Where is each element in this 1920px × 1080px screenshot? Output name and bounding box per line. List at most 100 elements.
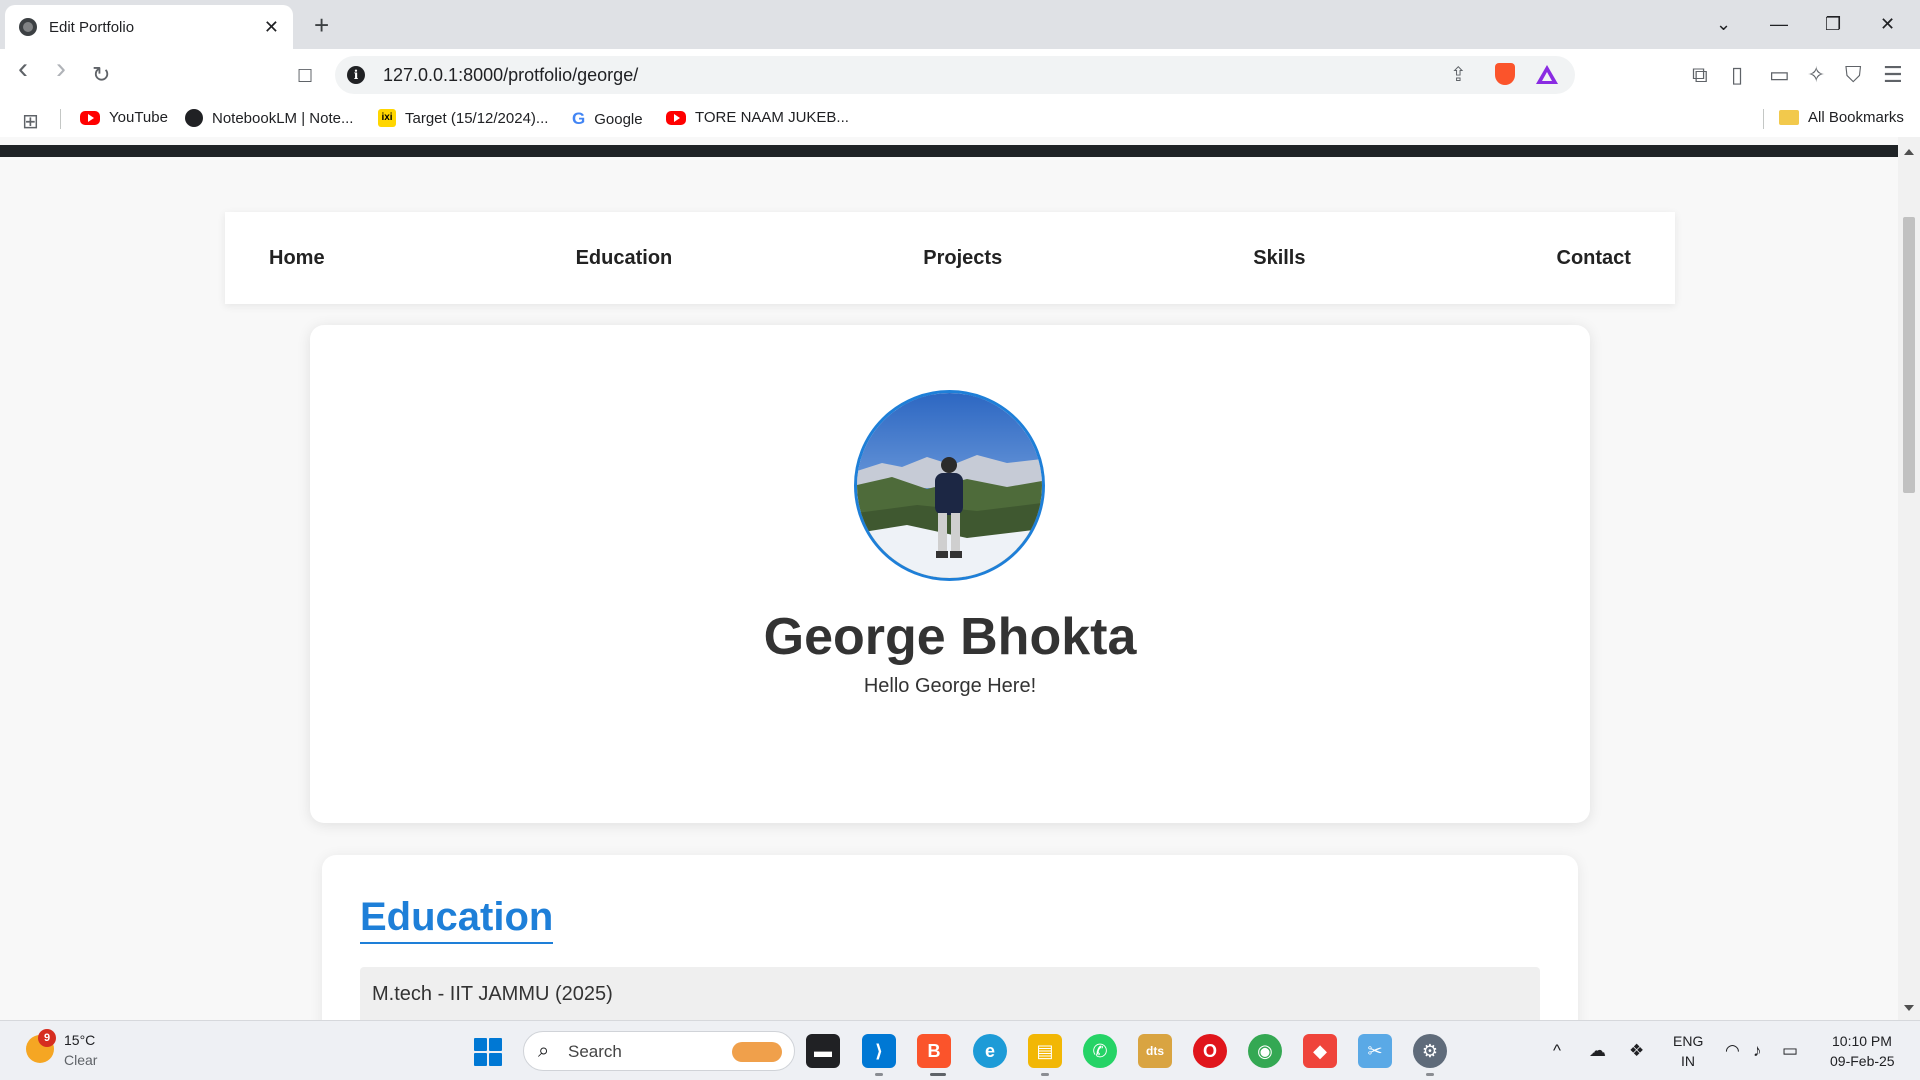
minimize-button[interactable]: —: [1770, 12, 1788, 36]
whatsapp-icon[interactable]: ✆: [1083, 1034, 1117, 1068]
education-heading: Education: [360, 895, 554, 944]
clock-date[interactable]: 09-Feb-25: [1830, 1053, 1895, 1069]
nav-link-education[interactable]: Education: [576, 247, 673, 270]
browser-tabstrip: Edit Portfolio ✕ + ⌄ — ❐ ✕: [0, 0, 1920, 49]
bookmark-label: Target (15/12/2024)...: [405, 109, 549, 127]
search-highlight-icon: [732, 1042, 782, 1062]
globe-icon: [19, 18, 37, 36]
dts-icon[interactable]: dts: [1138, 1034, 1172, 1068]
profile-name: George Bhokta: [763, 608, 1137, 666]
windows-start-icon[interactable]: [474, 1038, 502, 1066]
back-icon[interactable]: ‹: [18, 54, 28, 84]
running-indicator: [1041, 1073, 1049, 1076]
weather-description[interactable]: Clear: [64, 1052, 97, 1068]
bookmark-google[interactable]: G Google: [572, 109, 643, 129]
nav-link-projects[interactable]: Projects: [923, 247, 1002, 270]
notebooklm-icon: [185, 109, 203, 127]
page-scrollbar[interactable]: [1898, 137, 1920, 1020]
extensions-icon[interactable]: ⧉: [1692, 62, 1708, 88]
site-info-icon[interactable]: i: [347, 66, 365, 84]
weather-temperature[interactable]: 15°C: [64, 1032, 95, 1048]
bookmarks-separator: [60, 109, 61, 129]
folder-icon: [1779, 110, 1799, 125]
all-bookmarks-label: All Bookmarks: [1808, 109, 1904, 126]
profile-card: George Bhokta Hello George Here!: [310, 325, 1590, 823]
bookmark-notebooklm[interactable]: NotebookLM | Note...: [185, 109, 353, 127]
file-explorer-icon[interactable]: ▬: [806, 1034, 840, 1068]
chrome-icon[interactable]: ◉: [1248, 1034, 1282, 1068]
education-item: M.tech - IIT JAMMU (2025): [360, 967, 1540, 1020]
apps-grid-icon[interactable]: ⊞: [22, 109, 39, 134]
active-indicator: [930, 1073, 946, 1076]
language-region[interactable]: IN: [1681, 1053, 1695, 1069]
wifi-icon[interactable]: ◠: [1725, 1041, 1740, 1061]
sidebar-icon[interactable]: ▯: [1731, 62, 1743, 88]
menu-icon[interactable]: ☰: [1883, 62, 1903, 88]
bookmarks-bar: ⊞ YouTube NotebookLM | Note... ixi Targe…: [0, 101, 1920, 137]
share-icon[interactable]: ⇪: [1450, 62, 1467, 87]
nav-link-home[interactable]: Home: [269, 247, 325, 270]
anydesk-icon[interactable]: ◆: [1303, 1034, 1337, 1068]
nav-link-contact[interactable]: Contact: [1557, 247, 1631, 270]
profile-photo: [857, 393, 1042, 578]
page-top-strip: [0, 145, 1898, 157]
search-icon: ⌕: [538, 1040, 550, 1062]
volume-icon[interactable]: ♪: [1753, 1041, 1762, 1061]
address-bar[interactable]: i 127.0.0.1:8000/protfolio/george/ ⇪: [335, 56, 1575, 94]
brave-icon[interactable]: B: [917, 1034, 951, 1068]
brave-shields-icon[interactable]: [1495, 63, 1515, 85]
site-navbar: Home Education Projects Skills Contact: [225, 212, 1675, 304]
google-icon: G: [572, 109, 586, 128]
bookmark-label: YouTube: [109, 109, 168, 126]
vpn-icon[interactable]: ⛉: [1845, 62, 1862, 88]
profile-avatar: [854, 390, 1045, 581]
scroll-up-arrow-icon[interactable]: [1904, 149, 1914, 155]
youtube-icon: [666, 110, 686, 125]
onedrive-icon[interactable]: ☁: [1589, 1041, 1606, 1061]
snipping-tool-icon[interactable]: ✂: [1358, 1034, 1392, 1068]
wallet-icon[interactable]: ▭: [1769, 62, 1790, 88]
all-bookmarks-button[interactable]: All Bookmarks: [1779, 109, 1904, 126]
bookmarks-separator: [1763, 109, 1764, 129]
search-label: Search: [568, 1042, 622, 1061]
browser-toolbar: ‹ › ↻ ☐ i 127.0.0.1:8000/protfolio/georg…: [0, 49, 1920, 101]
files-icon[interactable]: ▤: [1028, 1034, 1062, 1068]
running-indicator: [1426, 1073, 1434, 1076]
bookmark-target[interactable]: ixi Target (15/12/2024)...: [378, 109, 548, 127]
bookmark-youtube[interactable]: YouTube: [80, 109, 168, 126]
scroll-down-arrow-icon[interactable]: [1904, 1005, 1914, 1011]
tab-search-icon[interactable]: ⌄: [1716, 12, 1731, 36]
new-tab-button[interactable]: +: [314, 10, 329, 40]
bookmark-label: Google: [594, 110, 643, 128]
brave-rewards-icon[interactable]: [1536, 65, 1558, 84]
bookmark-icon[interactable]: ☐: [297, 63, 313, 89]
bookmark-tore-naam[interactable]: TORE NAAM JUKEB...: [666, 109, 849, 126]
battery-icon[interactable]: ▭: [1782, 1041, 1798, 1061]
nav-link-skills[interactable]: Skills: [1253, 247, 1305, 270]
forward-icon[interactable]: ›: [56, 54, 66, 84]
maximize-button[interactable]: ❐: [1825, 12, 1841, 36]
taskbar-search[interactable]: ⌕ Search: [523, 1031, 795, 1071]
profile-tagline: Hello George Here!: [863, 675, 1037, 697]
dropbox-icon[interactable]: ❖: [1629, 1041, 1644, 1061]
bookmark-label: TORE NAAM JUKEB...: [695, 109, 849, 126]
windows-taskbar: 9 15°C Clear ⌕ Search ▬ ⟩ B e ▤ ✆ dts O …: [0, 1020, 1920, 1080]
vscode-icon[interactable]: ⟩: [862, 1034, 896, 1068]
show-hidden-icons-caret[interactable]: ^: [1553, 1041, 1561, 1061]
scrollbar-thumb[interactable]: [1903, 217, 1915, 493]
language-indicator[interactable]: ENG: [1673, 1033, 1703, 1049]
clock-time[interactable]: 10:10 PM: [1832, 1033, 1892, 1049]
browser-tab[interactable]: Edit Portfolio ✕: [5, 5, 293, 49]
close-icon[interactable]: ✕: [264, 18, 279, 36]
reload-icon[interactable]: ↻: [92, 62, 110, 88]
url-text[interactable]: 127.0.0.1:8000/protfolio/george/: [383, 65, 638, 86]
education-section: Education M.tech - IIT JAMMU (2025): [322, 855, 1578, 1020]
youtube-icon: [80, 110, 100, 125]
opera-icon[interactable]: O: [1193, 1034, 1227, 1068]
window-close-button[interactable]: ✕: [1880, 12, 1895, 36]
settings-icon[interactable]: ⚙: [1413, 1034, 1447, 1068]
leo-ai-icon[interactable]: ✧: [1807, 62, 1825, 88]
edge-icon[interactable]: e: [973, 1034, 1007, 1068]
weather-badge: 9: [38, 1029, 56, 1047]
tab-title: Edit Portfolio: [49, 18, 135, 36]
